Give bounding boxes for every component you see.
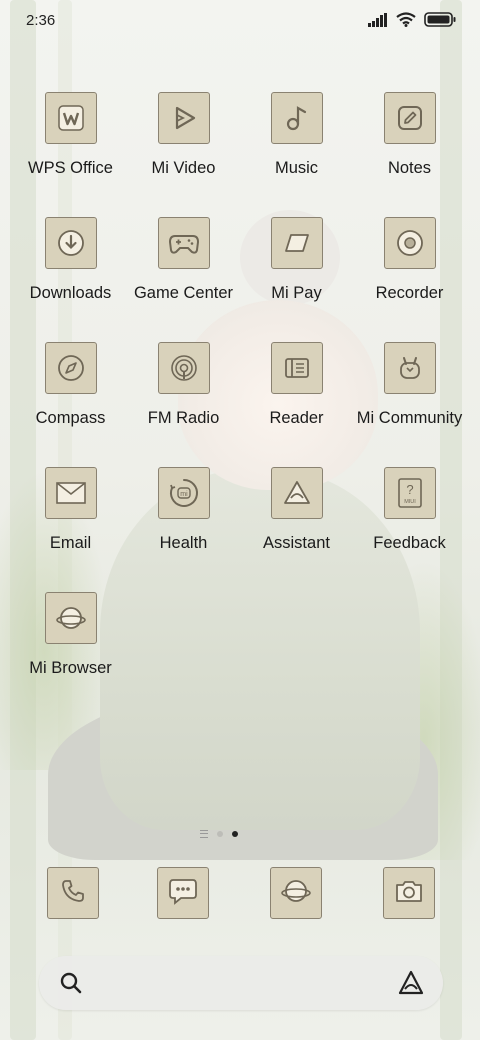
app-reader[interactable]: Reader (240, 342, 353, 428)
app-label: Reader (269, 409, 324, 427)
app-label: Email (49, 534, 92, 552)
signal-icon (368, 12, 388, 32)
app-label: Music (274, 159, 319, 177)
app-label: Mi Video (151, 159, 216, 177)
app-notes[interactable]: Notes (353, 92, 466, 178)
envelope-icon[interactable] (44, 467, 97, 519)
app-health[interactable]: mi Health (127, 467, 240, 553)
feedback-badge-text: MIUI (404, 499, 416, 505)
app-label: Compass (35, 409, 106, 427)
app-feedback[interactable]: ? MIUI Feedback (353, 467, 466, 553)
download-icon[interactable] (44, 217, 97, 269)
radio-icon[interactable] (157, 342, 210, 394)
app-game-center[interactable]: Game Center (127, 217, 240, 303)
app-label: Health (159, 534, 208, 552)
wifi-icon (396, 12, 416, 32)
app-label: FM Radio (147, 409, 220, 427)
record-icon[interactable] (383, 217, 436, 269)
app-mi-video[interactable]: Mi Video (127, 92, 240, 178)
app-label: Mi Community (356, 409, 463, 427)
search-icon[interactable] (59, 971, 83, 1000)
app-fm-radio[interactable]: FM Radio (127, 342, 240, 428)
app-mi-browser[interactable]: Mi Browser (14, 592, 127, 678)
app-label: Game Center (133, 284, 234, 302)
planet-icon[interactable] (44, 592, 97, 644)
app-label: Downloads (29, 284, 112, 302)
app-recorder[interactable]: Recorder (353, 217, 466, 303)
app-assistant[interactable]: Assistant (240, 467, 353, 553)
app-label: WPS Office (28, 159, 113, 177)
app-wps-office[interactable]: WPS Office (14, 92, 127, 178)
status-bar: 2:36 (0, 0, 480, 40)
app-label: Recorder (375, 284, 444, 302)
app-mi-pay[interactable]: Mi Pay (240, 217, 353, 303)
svg-text:?: ? (406, 482, 413, 497)
planet-icon (281, 876, 311, 911)
book-icon[interactable] (270, 342, 323, 394)
dock-camera[interactable] (383, 867, 435, 919)
search-bar[interactable] (39, 956, 443, 1010)
app-compass[interactable]: Compass (14, 342, 127, 428)
health-badge-text: mi (180, 491, 188, 498)
message-icon (167, 876, 199, 911)
page-dot-active[interactable] (232, 831, 238, 837)
page-indicator[interactable] (200, 830, 238, 838)
wps-office-icon[interactable] (44, 92, 97, 144)
assistant-icon[interactable] (270, 467, 323, 519)
phone-icon (59, 877, 87, 910)
play-icon[interactable] (157, 92, 210, 144)
gamepad-icon[interactable] (157, 217, 210, 269)
app-music[interactable]: Music (240, 92, 353, 178)
health-ring-icon[interactable]: mi (157, 467, 210, 519)
card-icon[interactable] (270, 217, 323, 269)
app-mi-community[interactable]: Mi Community (353, 342, 466, 428)
page-indicator-menu[interactable] (200, 830, 208, 838)
app-email[interactable]: Email (14, 467, 127, 553)
pencil-icon[interactable] (383, 92, 436, 144)
dock-browser[interactable] (270, 867, 322, 919)
app-label: Notes (387, 159, 432, 177)
battery-icon (424, 12, 456, 32)
page-dot[interactable] (217, 831, 223, 837)
compass-icon[interactable] (44, 342, 97, 394)
bunny-icon[interactable] (383, 342, 436, 394)
status-icons (368, 12, 456, 32)
app-downloads[interactable]: Downloads (14, 217, 127, 303)
app-label: Mi Pay (271, 284, 322, 302)
assistant-icon[interactable] (397, 969, 425, 1002)
camera-icon (393, 877, 425, 910)
music-note-icon[interactable] (270, 92, 323, 144)
app-label: Feedback (373, 534, 446, 552)
app-label: Assistant (263, 534, 330, 552)
dock-messages[interactable] (157, 867, 209, 919)
question-icon[interactable]: ? MIUI (383, 467, 436, 519)
dock-phone[interactable] (47, 867, 99, 919)
app-label: Mi Browser (29, 659, 112, 677)
status-time: 2:36 (26, 12, 56, 29)
